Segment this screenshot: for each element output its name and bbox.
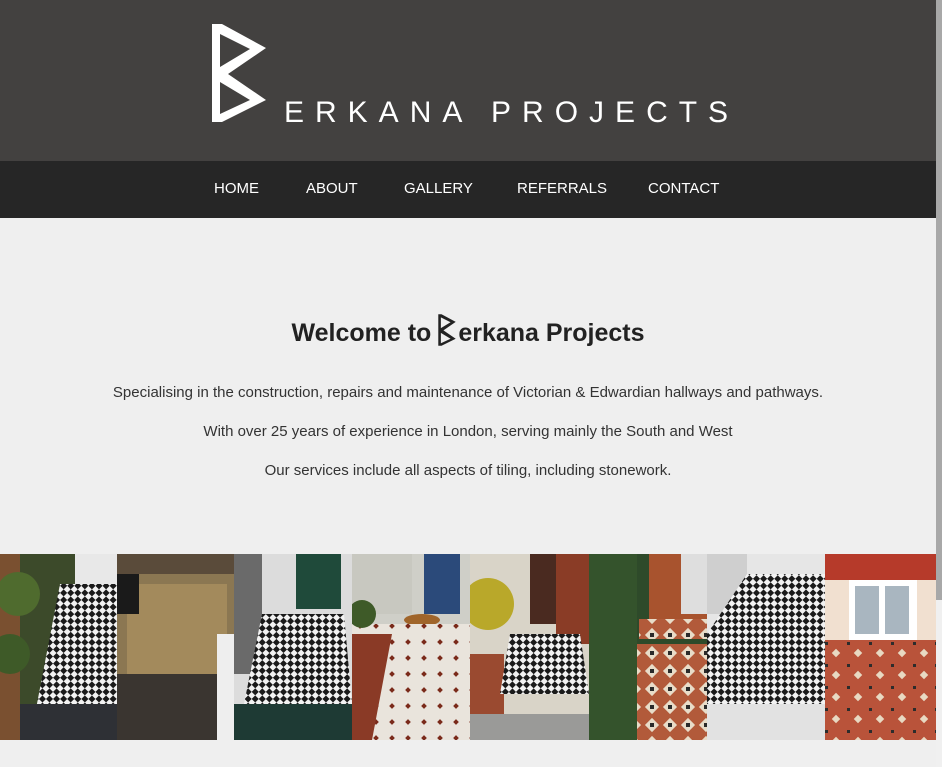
page-scrollbar[interactable] [936,0,942,767]
gallery-image-1[interactable] [0,554,117,740]
site-logo[interactable]: ERKANA PROJECTS [208,22,738,128]
site-header: ERKANA PROJECTS [0,0,936,161]
gallery-image-2[interactable] [117,554,234,740]
nav-about[interactable]: ABOUT [306,180,358,197]
brand-wordmark: ERKANA PROJECTS [284,96,740,129]
gallery-photo-7 [707,554,825,740]
welcome-prefix: Welcome to [291,319,432,347]
gallery-image-7[interactable] [707,554,825,740]
nav-contact[interactable]: CONTACT [648,180,719,197]
gallery-image-5[interactable] [470,554,589,740]
intro-paragraph-1: Specialising in the construction, repair… [112,384,824,401]
gallery-photo-8 [825,554,936,740]
berkana-logo-icon [212,24,266,122]
nav-referrals[interactable]: REFERRALS [517,180,607,197]
gallery-photo-1 [0,554,117,740]
intro-paragraph-2: With over 25 years of experience in Lond… [203,423,733,440]
gallery-image-4[interactable] [352,554,470,740]
gallery-photo-5 [470,554,589,740]
welcome-heading: Welcome to erkana Projects [0,313,936,348]
main-navigation: HOME ABOUT GALLERY REFERRALS CONTACT [0,161,936,218]
nav-home[interactable]: HOME [214,180,259,197]
gallery-photo-3 [234,554,352,740]
berkana-b-icon [438,314,457,346]
gallery-image-6[interactable] [589,554,707,740]
scrollbar-thumb[interactable] [936,0,942,600]
intro-paragraph-3: Our services include all aspects of tili… [264,462,672,479]
gallery-strip [0,554,936,740]
gallery-photo-4 [352,554,470,740]
gallery-photo-6 [589,554,707,740]
gallery-photo-2 [117,554,234,740]
gallery-image-8[interactable] [825,554,936,740]
gallery-image-3[interactable] [234,554,352,740]
welcome-brand: erkana Projects [458,319,645,347]
nav-gallery[interactable]: GALLERY [404,180,473,197]
